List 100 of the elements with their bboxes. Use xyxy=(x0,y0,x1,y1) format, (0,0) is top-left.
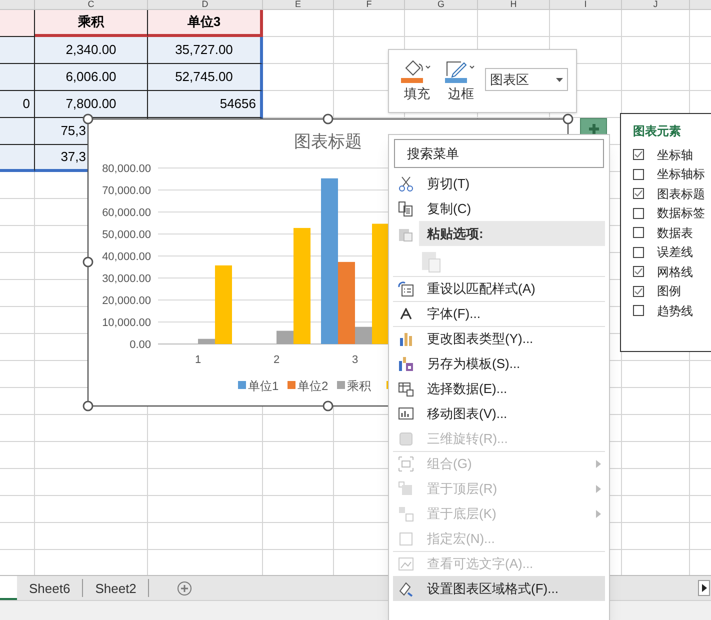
checkbox[interactable] xyxy=(633,286,644,297)
table-cell[interactable]: 35,727.00 xyxy=(148,37,263,64)
axis-label: 1 xyxy=(194,354,202,366)
template-icon xyxy=(398,356,414,372)
table-cell[interactable]: 6,006.00 xyxy=(35,64,148,91)
table-cell[interactable] xyxy=(0,145,35,172)
checkbox[interactable] xyxy=(633,227,644,238)
sheet-tab[interactable]: Sheet6 xyxy=(17,579,84,597)
resize-handle[interactable] xyxy=(82,400,94,412)
table-cell[interactable]: 2,340.00 xyxy=(35,37,148,64)
menu-item[interactable]: 剪切(T) xyxy=(393,171,605,196)
checkbox[interactable] xyxy=(633,305,644,316)
menu-section-heading: 粘贴选项: xyxy=(419,221,605,246)
sheet-tab[interactable]: Sheet2 xyxy=(83,579,150,597)
checkbox-label[interactable]: 坐标轴 xyxy=(657,146,693,164)
axis-label: 20,000.00 xyxy=(102,295,151,307)
search-field[interactable]: 搜索菜单 xyxy=(394,139,604,168)
legend-swatch xyxy=(238,381,246,389)
add-sheet-icon[interactable] xyxy=(177,580,192,596)
axis-label: 10,000.00 xyxy=(102,317,151,329)
sheet-tab[interactable] xyxy=(0,576,17,600)
checkbox[interactable] xyxy=(633,246,644,258)
checkbox-label[interactable]: 坐标轴标 xyxy=(657,165,705,184)
dropdown-arrow-icon xyxy=(556,78,563,82)
bring-front-icon xyxy=(398,480,414,496)
submenu-arrow-icon xyxy=(596,510,601,518)
column-header[interactable]: C xyxy=(35,0,148,9)
checkbox-label[interactable]: 误差线 xyxy=(657,243,693,262)
checkbox[interactable] xyxy=(633,208,644,219)
toolbar-button[interactable]: 填充 xyxy=(397,58,437,104)
copy-icon xyxy=(398,200,414,216)
menu-item[interactable]: 重设以匹配样式(A) xyxy=(393,276,605,301)
resize-handle[interactable] xyxy=(322,114,334,124)
legend-label: 单位2 xyxy=(298,379,328,393)
submenu-arrow-icon xyxy=(596,484,601,492)
column-header[interactable]: I xyxy=(550,0,622,9)
axis-label: 50,000.00 xyxy=(102,229,151,241)
axis-label: 60,000.00 xyxy=(102,207,151,219)
table-cell[interactable]: 单位3 xyxy=(148,10,263,37)
menu-item[interactable]: 字体(F)... xyxy=(393,301,605,326)
column-header[interactable]: J xyxy=(622,0,690,9)
resize-handle[interactable] xyxy=(562,114,574,124)
plus-icon xyxy=(588,122,600,134)
menu-item[interactable]: 移动图表(V)... xyxy=(393,401,605,426)
column-header[interactable]: F xyxy=(334,0,405,9)
send-back-icon xyxy=(398,506,414,522)
axis-label: 30,000.00 xyxy=(102,273,151,285)
table-icon xyxy=(398,380,414,396)
resize-handle[interactable] xyxy=(322,400,334,412)
submenu-arrow-icon xyxy=(596,460,601,468)
column-header[interactable]: H xyxy=(478,0,550,9)
checkbox-label[interactable]: 数据标签 xyxy=(657,204,705,222)
scroll-right-button[interactable] xyxy=(698,580,710,596)
legend-label: 单位1 xyxy=(248,379,279,393)
square-icon xyxy=(398,530,414,546)
cube-icon xyxy=(398,430,414,446)
table-cell[interactable]: 52,745.00 xyxy=(148,64,263,91)
checkbox[interactable] xyxy=(633,149,644,160)
scroll-right-icon xyxy=(701,584,707,592)
checkbox[interactable] xyxy=(633,188,644,200)
menu-item[interactable]: 选择数据(E)... xyxy=(393,376,605,401)
legend-swatch xyxy=(337,381,345,389)
menu-item[interactable]: 设置图表区域格式(F)... xyxy=(393,576,605,601)
checkbox[interactable] xyxy=(633,266,644,278)
column-header[interactable]: G xyxy=(405,0,478,9)
resize-handle[interactable] xyxy=(82,256,94,268)
table-cell[interactable] xyxy=(0,10,35,37)
menu-item[interactable]: 另存为模板(S)... xyxy=(393,351,605,376)
legend-swatch xyxy=(288,381,296,389)
table-cell[interactable]: 乘积 xyxy=(35,10,148,37)
axis-label: 3 xyxy=(352,354,358,366)
axis-label: 80,000.00 xyxy=(102,163,151,175)
menu-item[interactable]: 更改图表类型(Y)... xyxy=(393,326,605,351)
chart-title[interactable]: 图表标题 xyxy=(294,132,362,151)
checkbox-label[interactable]: 图例 xyxy=(657,282,681,300)
checkbox-label[interactable]: 数据表 xyxy=(657,224,693,242)
resize-handle[interactable] xyxy=(82,114,94,124)
axis-label: 2 xyxy=(273,354,280,366)
table-cell[interactable] xyxy=(0,37,35,64)
group-icon xyxy=(398,456,414,472)
table-cell[interactable]: 7,800.00 xyxy=(35,91,148,118)
paint-bucket-icon xyxy=(401,58,433,84)
checkbox[interactable] xyxy=(633,168,644,180)
table-cell[interactable] xyxy=(0,118,35,145)
checkbox-label[interactable]: 网格线 xyxy=(657,262,693,281)
image-icon xyxy=(398,556,414,572)
column-header[interactable]: D xyxy=(148,0,263,9)
brush-icon xyxy=(398,580,414,596)
chart-element-dropdown[interactable]: 图表区 xyxy=(485,68,568,91)
column-header[interactable]: E xyxy=(263,0,334,9)
axis-label: 40,000.00 xyxy=(102,251,151,263)
table-cell[interactable] xyxy=(0,64,35,91)
table-cell[interactable]: 54656 xyxy=(148,91,263,118)
toolbar-button[interactable]: 边框 xyxy=(441,58,481,104)
menu-item[interactable]: 复制(C) xyxy=(393,196,605,221)
table-cell[interactable]: 0 xyxy=(0,91,35,118)
reset-style-icon xyxy=(398,280,414,296)
scissors-icon xyxy=(398,176,414,192)
checkbox-label[interactable]: 趋势线 xyxy=(657,302,693,320)
checkbox-label[interactable]: 图表标题 xyxy=(657,184,705,203)
